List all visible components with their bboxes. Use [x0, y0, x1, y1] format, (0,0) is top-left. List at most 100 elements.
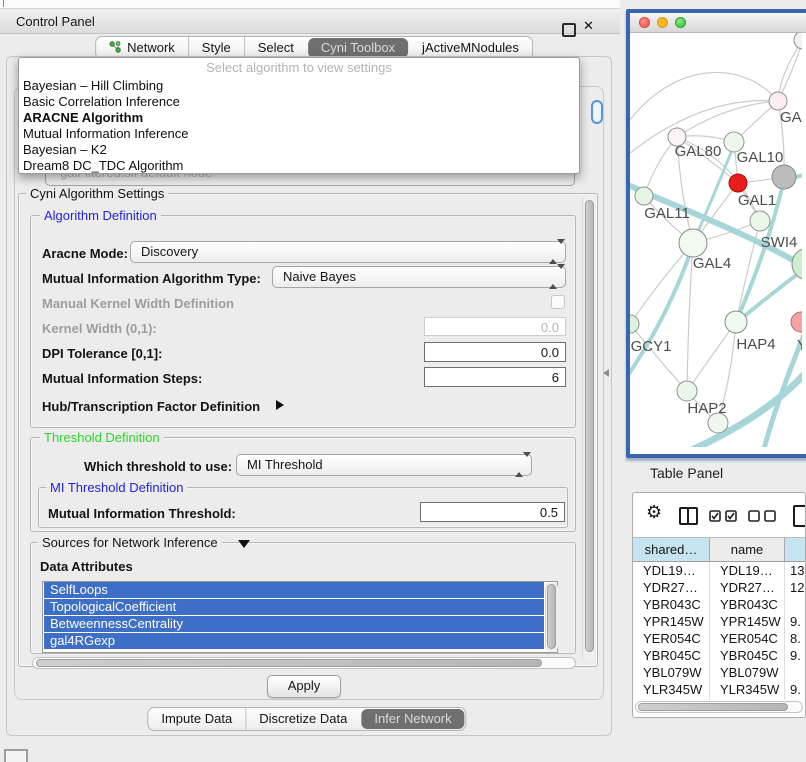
float-window-icon[interactable]: [562, 23, 576, 37]
network-node[interactable]: [729, 174, 747, 192]
settings-scrollbar-track[interactable]: [582, 196, 596, 662]
aracne-mode-label: Aracne Mode:: [42, 246, 128, 261]
table-row[interactable]: YBR043CYBR043C: [633, 596, 805, 613]
aracne-mode-combobox[interactable]: Discovery: [130, 241, 566, 263]
node-label: GAL80: [675, 143, 722, 160]
network-node[interactable]: [791, 312, 802, 332]
network-edge[interactable]: [778, 40, 802, 101]
top-left-tick: [3, 0, 4, 7]
minimized-panel-icon[interactable]: [4, 749, 28, 762]
network-canvas[interactable]: GALGAL80GAL10GAL1GAL11GAL4SWI4GCY1HAP4YH…: [630, 33, 802, 447]
manual-kernel-label: Manual Kernel Width Definition: [42, 296, 234, 311]
network-edge[interactable]: [644, 137, 677, 196]
tab-infer-network[interactable]: Infer Network: [361, 709, 464, 729]
network-node[interactable]: [677, 381, 697, 401]
deselect-all-checkboxes-icon[interactable]: [748, 510, 778, 522]
network-edge[interactable]: [630, 243, 693, 324]
hub-section-label: Hub/Transcription Factor Definition: [42, 399, 260, 414]
apply-button[interactable]: Apply: [267, 675, 341, 698]
table-cell: YDL19…: [633, 562, 710, 579]
table-cell: YDL19…: [710, 562, 785, 579]
table-row[interactable]: YDL19…YDL19…13: [633, 562, 805, 579]
tab-discretize-data[interactable]: Discretize Data: [245, 708, 360, 730]
tab-cyni-toolbox[interactable]: Cyni Toolbox: [308, 38, 408, 58]
network-node[interactable]: [772, 165, 796, 189]
kernel-width-label: Kernel Width (0,1):: [42, 321, 157, 336]
algorithm-option[interactable]: Mutual Information Inference: [19, 126, 579, 142]
manual-kernel-checkbox[interactable]: [551, 295, 565, 309]
table-row[interactable]: YDR27…YDR27…12: [633, 579, 805, 596]
split-columns-icon[interactable]: [679, 507, 698, 525]
network-node[interactable]: [725, 311, 747, 333]
settings-scrollbar-thumb[interactable]: [585, 200, 594, 652]
table-row[interactable]: YBR045CYBR045C9.: [633, 647, 805, 664]
table-cell: YER054C: [633, 630, 710, 647]
attribute-list-item[interactable]: gal4RGexp: [44, 633, 544, 649]
table-cell: YPR145W: [710, 613, 785, 630]
table-panel-window: ⚙ shared… name YDL19…YDL19…13YDR27…YDR27…: [632, 492, 806, 718]
tab-impute-data[interactable]: Impute Data: [148, 708, 245, 730]
dpi-tolerance-field[interactable]: 0.0: [424, 342, 566, 362]
table-row[interactable]: YPR145WYPR145W9.: [633, 613, 805, 630]
algorithm-option[interactable]: Bayesian – Hill Climbing: [19, 78, 579, 94]
window-zoom-icon[interactable]: [675, 17, 686, 28]
algorithm-option[interactable]: Basic Correlation Inference: [19, 94, 579, 110]
collapse-arrow-icon[interactable]: [238, 540, 250, 548]
table-row[interactable]: YBL079WYBL079W: [633, 664, 805, 681]
attribute-list-item[interactable]: BetweennessCentrality: [44, 616, 544, 632]
window-minimize-icon[interactable]: [657, 17, 668, 28]
network-node[interactable]: [679, 229, 707, 257]
algorithm-option[interactable]: ARACNE Algorithm: [19, 110, 579, 126]
expand-arrow-icon[interactable]: [276, 400, 284, 410]
table-row[interactable]: YLR345WYLR345W9.: [633, 681, 805, 698]
table-hscrollbar-track[interactable]: [635, 701, 803, 713]
network-node[interactable]: [750, 211, 770, 231]
attributes-scrollbar-thumb[interactable]: [547, 584, 556, 649]
table-panel-title: Table Panel: [650, 465, 723, 481]
network-node[interactable]: [769, 92, 787, 110]
mi-type-combobox[interactable]: Naive Bayes: [272, 266, 566, 288]
algorithm-option[interactable]: Dream8 DC_TDC Algorithm: [19, 158, 579, 174]
table-hscrollbar[interactable]: [633, 700, 805, 715]
column-header-shared-name[interactable]: shared…: [633, 538, 710, 561]
gear-icon[interactable]: ⚙: [646, 503, 662, 521]
attribute-list-item[interactable]: TopologicalCoefficient: [44, 599, 544, 615]
table-cell: YBR045C: [633, 647, 710, 664]
close-icon[interactable]: ✕: [583, 18, 594, 34]
network-edge[interactable]: [687, 322, 736, 391]
table-cell: YDR27…: [710, 579, 785, 596]
network-edge[interactable]: [677, 101, 778, 137]
window-close-icon[interactable]: [639, 17, 650, 28]
table-cell: 9.: [785, 681, 806, 698]
network-node[interactable]: [635, 187, 653, 205]
new-table-icon[interactable]: [793, 505, 806, 527]
attributes-scrollbar-track[interactable]: [545, 582, 558, 652]
attribute-list-item[interactable]: SelfLoops: [44, 582, 544, 598]
network-view-window[interactable]: GALGAL80GAL10GAL1GAL11GAL4SWI4GCY1HAP4YH…: [626, 9, 806, 458]
network-window-titlebar[interactable]: [630, 13, 806, 33]
network-node[interactable]: [794, 33, 802, 49]
mi-steps-field[interactable]: 6: [424, 367, 566, 387]
column-header-partial[interactable]: [785, 538, 806, 561]
node-label: GAL11: [644, 205, 690, 222]
column-header-name[interactable]: name: [710, 538, 785, 561]
table-cell: [785, 664, 806, 681]
table-hscrollbar-thumb[interactable]: [638, 703, 788, 711]
kernel-width-field[interactable]: 0.0: [424, 317, 566, 336]
algorithm-option[interactable]: Bayesian – K2: [19, 142, 579, 158]
table-row[interactable]: YER054CYER054C8.: [633, 630, 805, 647]
settings-hscrollbar-thumb[interactable]: [36, 659, 542, 667]
network-edge[interactable]: [778, 40, 802, 101]
select-all-checkboxes-icon[interactable]: [709, 510, 739, 522]
algorithm-popup-items: Bayesian – Hill ClimbingBasic Correlatio…: [19, 78, 579, 174]
data-attributes-list[interactable]: SelfLoopsTopologicalCoefficientBetweenne…: [42, 581, 558, 653]
which-threshold-combobox[interactable]: MI Threshold: [236, 454, 532, 476]
network-node[interactable]: [630, 315, 639, 333]
mi-threshold-group-label: MI Threshold Definition: [46, 480, 187, 495]
table-cell: YLR345W: [710, 681, 785, 698]
sash-collapse-icon[interactable]: [603, 369, 609, 377]
settings-hscrollbar-track[interactable]: [32, 657, 576, 669]
mi-threshold-value: 0.5: [421, 503, 564, 520]
table-cell: 9.: [785, 613, 806, 630]
mi-threshold-field[interactable]: 0.5: [420, 502, 565, 522]
